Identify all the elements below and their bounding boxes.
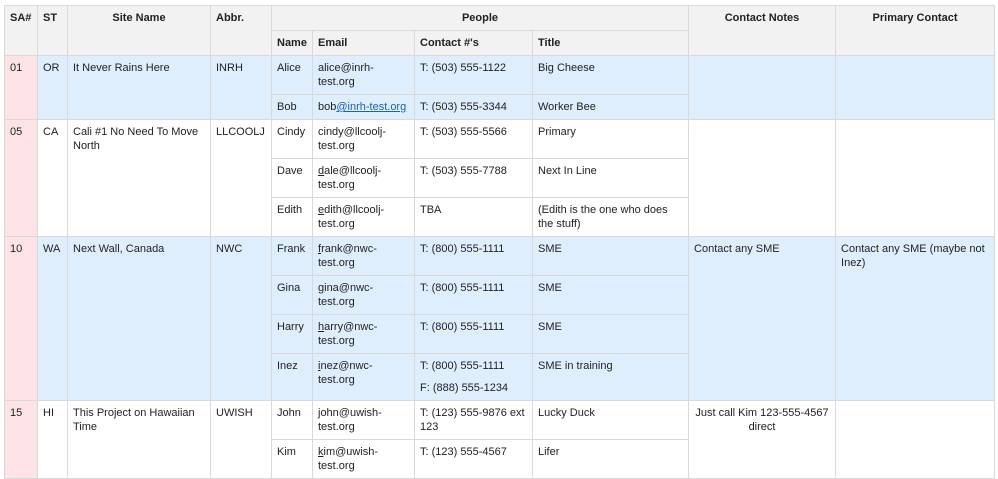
primary-contact xyxy=(835,119,996,237)
header-name: Name xyxy=(271,30,313,56)
primary-contact xyxy=(835,400,996,479)
person-name: Gina xyxy=(271,275,313,315)
email-rest: im@uwish-test.org xyxy=(318,446,379,472)
person-name: Kim xyxy=(271,439,313,479)
primary-contact: Contact any SME (maybe not Inez) xyxy=(835,236,996,401)
person-phone: T: (503) 555-1122 xyxy=(414,55,533,95)
person-name: Alice xyxy=(271,55,313,95)
person-title: SME xyxy=(531,275,690,315)
person-email: alice@inrh-test.org xyxy=(312,55,415,95)
table-row: 01 OR It Never Rains Here INRH Alice ali… xyxy=(4,55,996,120)
email-rest: arry@nwc-test.org xyxy=(318,321,378,347)
person-name: Frank xyxy=(271,236,313,276)
person-phone: T: (503) 555-7788 xyxy=(414,158,533,198)
person-title: Next In Line xyxy=(531,158,690,198)
person-title: Lifer xyxy=(531,439,690,479)
sa-number: 05 xyxy=(4,119,38,237)
email-rest: nez@nwc-test.org xyxy=(318,360,373,386)
contact-notes: Contact any SME xyxy=(688,236,837,401)
person-email: john@uwish-test.org xyxy=(312,400,415,440)
header-abbr: Abbr. xyxy=(210,5,272,56)
site-name: Next Wall, Canada xyxy=(67,236,211,401)
person-email: cindy@llcoolj-test.org xyxy=(312,119,415,159)
state: HI xyxy=(37,400,68,479)
fax-number: F: (888) 555-1234 xyxy=(420,382,509,394)
person-phone: T: (800) 555-1111 F: (888) 555-1234 xyxy=(414,353,533,401)
email-rest: dith@llcoolj-test.org xyxy=(318,204,385,230)
person-name: John xyxy=(271,400,313,440)
site-abbr: NWC xyxy=(210,236,272,401)
email-rest: rank@nwc-test.org xyxy=(318,243,377,269)
person-title: Worker Bee xyxy=(531,94,690,120)
contact-notes xyxy=(688,55,837,120)
person-email: bob@inrh-test.org xyxy=(312,94,415,120)
person-title: SME xyxy=(531,236,690,276)
contact-notes: Just call Kim 123-555-4567 direct xyxy=(688,400,837,479)
person-phone: T: (503) 555-5566 xyxy=(414,119,533,159)
site-name: Cali #1 No Need To Move North xyxy=(67,119,211,237)
site-name: This Project on Hawaiian Time xyxy=(67,400,211,479)
person-name: Harry xyxy=(271,314,313,354)
person-name: Inez xyxy=(271,353,313,401)
email-domain-link[interactable]: @inrh-test.org xyxy=(336,101,406,113)
email-rest: ina@nwc-test.org xyxy=(318,282,374,308)
sa-number: 15 xyxy=(4,400,38,479)
header-st: ST xyxy=(37,5,68,56)
header-primary-contact: Primary Contact xyxy=(835,5,996,56)
person-email: inez@nwc-test.org xyxy=(312,353,415,401)
person-phone: T: (800) 555-1111 xyxy=(414,236,533,276)
header-contact: Contact #'s xyxy=(414,30,533,56)
email-rest: ale@llcoolj-test.org xyxy=(318,165,382,191)
person-name: Cindy xyxy=(271,119,313,159)
table-row: 05 CA Cali #1 No Need To Move North LLCO… xyxy=(4,119,996,237)
person-title: (Edith is the one who does the stuff) xyxy=(531,197,690,237)
person-phone: T: (123) 555-4567 xyxy=(414,439,533,479)
email-user: bob xyxy=(318,101,337,113)
sa-number: 01 xyxy=(4,55,38,120)
person-title: SME in training xyxy=(531,353,690,401)
person-phone: T: (123) 555-9876 ext 123 xyxy=(414,400,533,440)
person-title: Primary xyxy=(531,119,690,159)
header-sa: SA# xyxy=(4,5,38,56)
site-abbr: LLCOOLJ xyxy=(210,119,272,237)
person-email: gina@nwc-test.org xyxy=(312,275,415,315)
person-name: Dave xyxy=(271,158,313,198)
primary-contact xyxy=(835,55,996,120)
state: WA xyxy=(37,236,68,401)
phone-number: T: (800) 555-1111 xyxy=(420,360,505,372)
state: OR xyxy=(37,55,68,120)
person-email: harry@nwc-test.org xyxy=(312,314,415,354)
header-contact-notes: Contact Notes xyxy=(688,5,837,56)
table-row: 10 WA Next Wall, Canada NWC Frank frank@… xyxy=(4,236,996,401)
person-title: SME xyxy=(531,314,690,354)
person-email: edith@llcoolj-test.org xyxy=(312,197,415,237)
person-title: Lucky Duck xyxy=(531,400,690,440)
person-phone: T: (503) 555-3344 xyxy=(414,94,533,120)
person-phone: T: (800) 555-1111 xyxy=(414,314,533,354)
contacts-table: SA# ST Site Name Abbr. People Contact No… xyxy=(4,5,996,479)
person-name: Edith xyxy=(271,197,313,237)
sa-number: 10 xyxy=(4,236,38,401)
person-phone: T: (800) 555-1111 xyxy=(414,275,533,315)
header-email: Email xyxy=(312,30,415,56)
person-phone: TBA xyxy=(414,197,533,237)
site-abbr: INRH xyxy=(210,55,272,120)
site-abbr: UWISH xyxy=(210,400,272,479)
table-row: 15 HI This Project on Hawaiian Time UWIS… xyxy=(4,400,996,479)
person-email: dale@llcoolj-test.org xyxy=(312,158,415,198)
header-title: Title xyxy=(531,30,690,56)
contact-notes xyxy=(688,119,837,237)
header-site-name: Site Name xyxy=(67,5,211,56)
person-title: Big Cheese xyxy=(531,55,690,95)
site-name: It Never Rains Here xyxy=(67,55,211,120)
person-name: Bob xyxy=(271,94,313,120)
person-email: kim@uwish-test.org xyxy=(312,439,415,479)
person-email: frank@nwc-test.org xyxy=(312,236,415,276)
header-people: People xyxy=(270,5,690,31)
state: CA xyxy=(37,119,68,237)
